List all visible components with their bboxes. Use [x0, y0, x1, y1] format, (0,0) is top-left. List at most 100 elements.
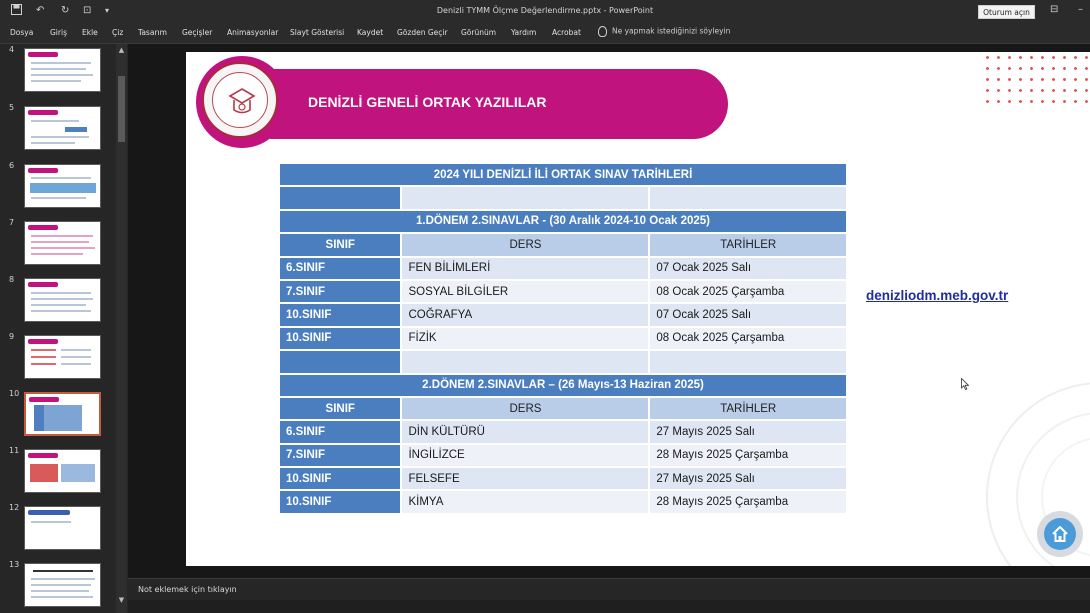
- table-row: 6.SINIF DİN KÜLTÜRÜ 27 Mayıs 2025 Salı: [277, 419, 848, 445]
- slide-thumbnail-5[interactable]: [24, 106, 101, 150]
- tab-gecisler[interactable]: Geçişler: [182, 28, 212, 37]
- col-header-tarihler: TARİHLER: [648, 232, 848, 258]
- col-header-sinif: SINIF: [277, 395, 403, 422]
- cell-tarih: 07 Ocak 2025 Salı: [648, 255, 848, 281]
- thumbnail-number: 12: [9, 503, 20, 512]
- cell-sinif: 10.SINIF: [277, 302, 403, 328]
- tab-slayt-gosterisi[interactable]: Slayt Gösterisi: [290, 28, 344, 37]
- table-row: 10.SINIF COĞRAFYA 07 Ocak 2025 Salı: [277, 302, 848, 328]
- tab-ekle[interactable]: Ekle: [82, 28, 98, 37]
- decorative-dots: [982, 52, 1090, 110]
- sign-in-button[interactable]: Oturum açın: [978, 5, 1035, 19]
- table-title: 2024 YILI DENİZLİ İLİ ORTAK SINAV TARİHL…: [278, 161, 848, 188]
- term2-header-row: 2.DÖNEM 2.SINAVLAR – (26 Mayıs-13 Hazira…: [278, 372, 848, 398]
- thumbnail-number: 11: [9, 446, 20, 455]
- slide-thumbnail-12[interactable]: [24, 506, 101, 550]
- notes-pane[interactable]: Not eklemek için tıklayın: [128, 578, 1090, 600]
- cell-sinif: 7.SINIF: [277, 442, 403, 469]
- cell-sinif: 10.SINIF: [277, 489, 403, 515]
- scroll-up-icon[interactable]: ▲: [117, 46, 126, 54]
- cell-tarih: 27 Mayıs 2025 Salı: [648, 466, 848, 492]
- slide-thumbnail-pane: 4 5 6 7 8 9 10 11 12 13 ▲ ▼: [0, 44, 128, 613]
- ribbon-display-options-icon[interactable]: ⊟: [1050, 4, 1058, 15]
- cell-ders: FİZİK: [400, 325, 651, 352]
- cell-tarih: 07 Ocak 2025 Salı: [648, 302, 848, 328]
- thumbnail-number: 5: [9, 103, 15, 112]
- tab-animasyonlar[interactable]: Animasyonlar: [227, 28, 278, 37]
- column-header-row: SINIF DERS TARİHLER: [277, 232, 848, 258]
- tab-giris[interactable]: Giriş: [50, 28, 67, 37]
- tab-ciz[interactable]: Çiz: [112, 28, 123, 37]
- ribbon-tabs: Dosya Giriş Ekle Çiz Tasarım Geçişler An…: [0, 22, 1090, 44]
- cell-ders: SOSYAL BİLGİLER: [400, 278, 651, 305]
- slide-thumbnail-6[interactable]: [24, 164, 101, 208]
- slide-canvas[interactable]: DENİZLİ GENELİ ORTAK YAZILILAR 2024 YILI…: [186, 52, 1090, 566]
- cell-sinif: 10.SINIF: [277, 325, 403, 352]
- slide-thumbnail-7[interactable]: [24, 221, 101, 265]
- thumbnail-number: 13: [9, 560, 20, 569]
- cell-tarih: 27 Mayıs 2025 Salı: [648, 419, 848, 445]
- notes-placeholder[interactable]: Not eklemek için tıklayın: [138, 585, 237, 594]
- table-blank-row: [277, 185, 848, 211]
- term1-header-row: 1.DÖNEM 2.SINAVLAR - (30 Aralık 2024-10 …: [278, 208, 848, 235]
- tell-me-search[interactable]: Ne yapmak istediğinizi söyleyin: [598, 26, 730, 37]
- table-row: 7.SINIF SOSYAL BİLGİLER 08 Ocak 2025 Çar…: [277, 278, 848, 305]
- slide-thumbnail-10[interactable]: [24, 392, 101, 436]
- scrollbar-thumb[interactable]: [118, 76, 125, 142]
- cell-sinif: 6.SINIF: [277, 255, 403, 281]
- table-row: 10.SINIF FİZİK 08 Ocak 2025 Çarşamba: [277, 325, 848, 352]
- tab-kaydet[interactable]: Kaydet: [357, 28, 383, 37]
- cell-ders: KİMYA: [400, 489, 651, 515]
- tell-me-text: Ne yapmak istediğinizi söyleyin: [612, 26, 731, 36]
- thumbnail-number: 9: [9, 332, 15, 341]
- cell-ders: COĞRAFYA: [400, 302, 651, 328]
- slide-thumbnail-13[interactable]: [24, 563, 101, 607]
- slide-title[interactable]: DENİZLİ GENELİ ORTAK YAZILILAR: [308, 94, 547, 110]
- col-header-tarihler: TARİHLER: [648, 395, 848, 422]
- term1-header: 1.DÖNEM 2.SINAVLAR - (30 Aralık 2024-10 …: [278, 208, 848, 235]
- minimize-icon[interactable]: –: [1078, 4, 1083, 15]
- cell-tarih: 28 Mayıs 2025 Çarşamba: [648, 442, 848, 469]
- cell-tarih: 28 Mayıs 2025 Çarşamba: [648, 489, 848, 515]
- cell-ders: İNGİLİZCE: [400, 442, 651, 469]
- tab-yardim[interactable]: Yardım: [511, 28, 536, 37]
- home-icon: [1052, 526, 1068, 542]
- slide-thumbnail-8[interactable]: [24, 278, 101, 322]
- slide-thumbnail-11[interactable]: [24, 449, 101, 493]
- thumbnail-number: 6: [9, 161, 15, 170]
- lightbulb-icon: [598, 26, 607, 37]
- tab-gozden-gecir[interactable]: Gözden Geçir: [397, 28, 448, 37]
- cell-ders: FELSEFE: [400, 466, 651, 492]
- exam-schedule-table[interactable]: 2024 YILI DENİZLİ İLİ ORTAK SINAV TARİHL…: [277, 161, 848, 515]
- cell-ders: FEN BİLİMLERİ: [400, 255, 651, 281]
- thumbnail-number: 4: [9, 45, 15, 54]
- home-button[interactable]: [1037, 511, 1083, 557]
- website-link[interactable]: denizliodm.meb.gov.tr: [866, 288, 1008, 303]
- thumbnail-number: 10: [9, 389, 20, 398]
- term2-header: 2.DÖNEM 2.SINAVLAR – (26 Mayıs-13 Hazira…: [278, 372, 848, 398]
- scroll-down-icon[interactable]: ▼: [117, 596, 126, 604]
- slide-thumbnail-9[interactable]: [24, 335, 101, 379]
- tab-acrobat[interactable]: Acrobat: [552, 28, 581, 37]
- thumbnail-scrollbar[interactable]: ▲ ▼: [116, 44, 127, 613]
- slide-thumbnail-4[interactable]: [24, 48, 101, 92]
- table-row: 10.SINIF KİMYA 28 Mayıs 2025 Çarşamba: [277, 489, 848, 515]
- table-title-row: 2024 YILI DENİZLİ İLİ ORTAK SINAV TARİHL…: [278, 161, 848, 188]
- mouse-cursor-icon: [961, 378, 969, 390]
- tab-gorunum[interactable]: Görünüm: [461, 28, 496, 37]
- thumbnail-number: 7: [9, 218, 15, 227]
- meb-logo: [196, 56, 288, 148]
- cell-sinif: 10.SINIF: [277, 466, 403, 492]
- status-bar: [128, 600, 1090, 613]
- col-header-sinif: SINIF: [277, 232, 403, 258]
- cell-ders: DİN KÜLTÜRÜ: [400, 419, 651, 445]
- tab-tasarim[interactable]: Tasarım: [138, 28, 167, 37]
- col-header-ders: DERS: [400, 232, 651, 258]
- cell-tarih: 08 Ocak 2025 Çarşamba: [648, 325, 848, 352]
- column-header-row: SINIF DERS TARİHLER: [277, 395, 848, 422]
- cell-sinif: 7.SINIF: [277, 278, 403, 305]
- cell-tarih: 08 Ocak 2025 Çarşamba: [648, 278, 848, 305]
- thumbnail-number: 8: [9, 275, 15, 284]
- title-bar: ↶ ↻ ⊡ ▾ Denizli TYMM Ölçme Değerlendirme…: [0, 0, 1090, 22]
- tab-dosya[interactable]: Dosya: [10, 28, 33, 37]
